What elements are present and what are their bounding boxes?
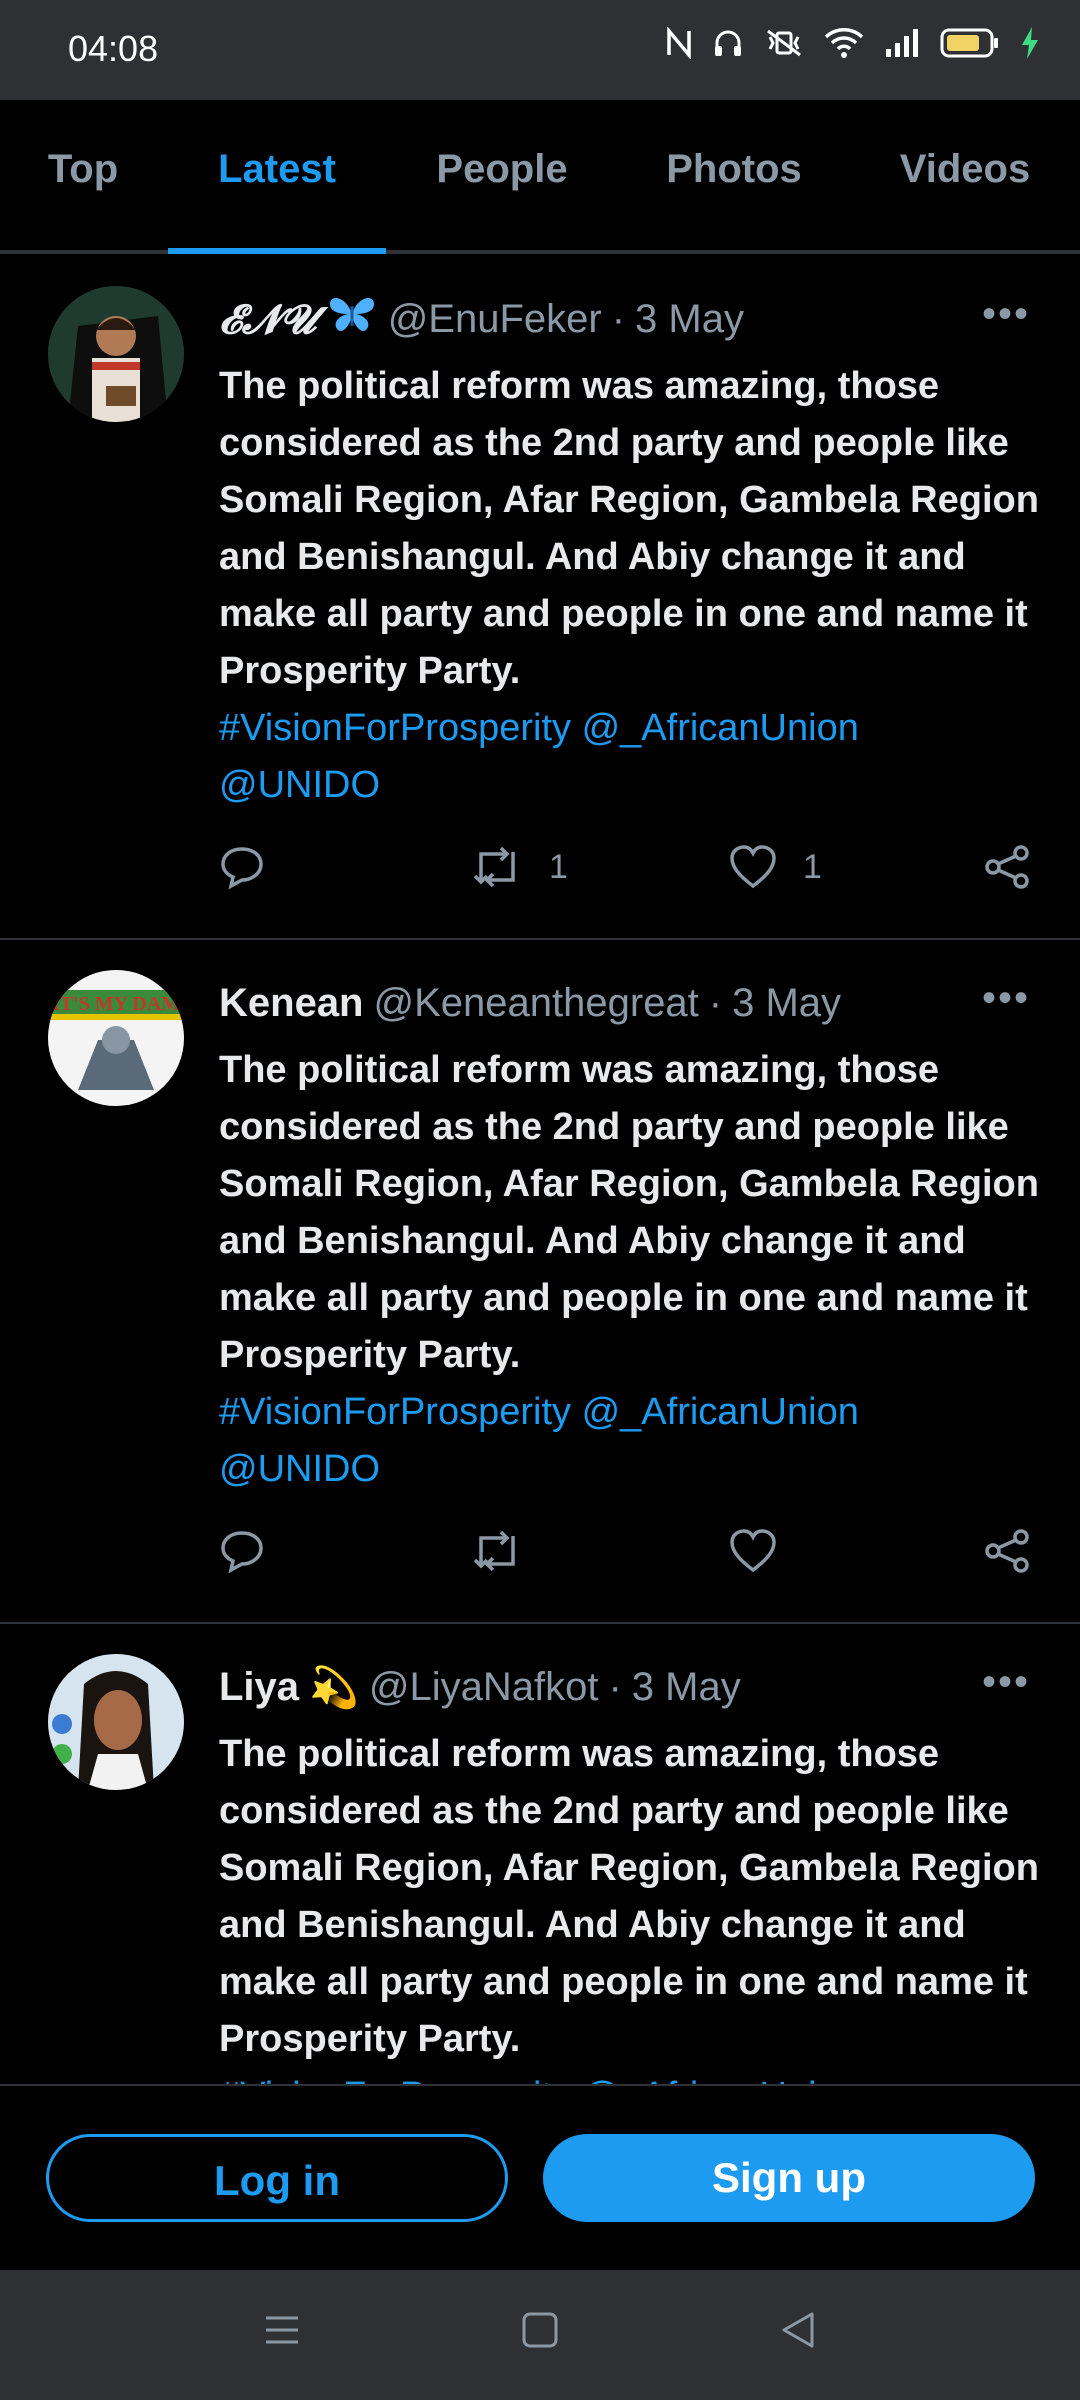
retweet-button[interactable]: 1 [471, 844, 568, 890]
wifi-icon [824, 27, 864, 59]
display-name[interactable]: Liya [219, 1665, 299, 1710]
display-name[interactable]: Kenean [219, 981, 364, 1026]
retweet-count: 1 [549, 847, 568, 886]
retweet-icon [471, 844, 523, 890]
signup-button[interactable]: Sign up [543, 2134, 1035, 2222]
tweet-text: The political reform was amazing, those … [219, 1726, 1039, 2084]
tweet-text: The political reform was amazing, those … [219, 365, 1039, 806]
status-bar: 04:08 [0, 0, 1080, 100]
display-name[interactable]: 𝓔𝓝𝓤 [219, 296, 316, 343]
more-options-icon[interactable]: ••• [982, 1660, 1030, 1705]
menu-icon[interactable] [262, 2310, 302, 2355]
reply-icon [219, 1528, 265, 1574]
tab-videos[interactable]: Videos [870, 100, 1060, 250]
svg-text:IT'S MY DAM: IT'S MY DAM [52, 993, 180, 1015]
tab-photos[interactable]: Photos [640, 100, 828, 250]
tweet-text: The political reform was amazing, those … [219, 1049, 1039, 1490]
tweet-header: 𝓔𝓝𝓤 @EnuFeker · 3 May [219, 294, 744, 344]
signal-icon [884, 27, 920, 59]
user-handle[interactable]: @Keneanthegreat [374, 981, 699, 1026]
home-icon[interactable] [520, 2310, 560, 2355]
tweet-date[interactable]: 3 May [732, 981, 841, 1026]
mention-link[interactable]: @_AfricanUnion [582, 2075, 859, 2084]
mention-link[interactable]: @UNIDO [219, 764, 380, 806]
mention-link[interactable]: @_AfricanUnion [582, 1391, 859, 1433]
charging-icon [1020, 26, 1040, 60]
share-button[interactable] [983, 844, 1031, 890]
heart-icon [729, 1528, 777, 1574]
login-button[interactable]: Log in [46, 2134, 508, 2222]
back-icon[interactable] [778, 2310, 818, 2355]
share-icon [983, 844, 1031, 890]
battery-icon [940, 27, 1000, 59]
tweet-date[interactable]: 3 May [635, 297, 744, 342]
user-handle[interactable]: @LiyaNafkot [369, 1665, 599, 1710]
separator-dot: · [708, 980, 723, 1025]
heart-icon [729, 844, 777, 890]
reply-button[interactable] [219, 1528, 265, 1574]
tab-people[interactable]: People [410, 100, 594, 250]
retweet-button[interactable] [471, 1528, 549, 1574]
tweet-item[interactable]: Liya 💫 @LiyaNafkot · 3 May ••• The polit… [0, 1622, 1080, 2084]
butterfly-icon [326, 294, 378, 344]
mention-link[interactable]: @_AfricanUnion [582, 707, 859, 749]
reply-button[interactable] [219, 844, 265, 890]
avatar[interactable] [48, 1654, 184, 1790]
tweet-actions [219, 1528, 1039, 1588]
tab-top[interactable]: Top [20, 100, 146, 250]
reply-icon [219, 844, 265, 890]
dizzy-emoji: 💫 [309, 1665, 359, 1710]
mention-link[interactable]: @UNIDO [219, 1448, 380, 1490]
retweet-icon [471, 1528, 523, 1574]
separator-dot: · [611, 296, 626, 341]
nfc-icon [666, 27, 692, 59]
separator-dot: · [608, 1664, 622, 1709]
status-icons [666, 26, 1040, 60]
avatar[interactable] [48, 286, 184, 422]
avatar[interactable]: IT'S MY DAM [48, 970, 184, 1106]
tweet-feed[interactable]: 𝓔𝓝𝓤 @EnuFeker · 3 May ••• The political … [0, 254, 1080, 2084]
more-options-icon[interactable]: ••• [982, 292, 1030, 337]
auth-bar: Log in Sign up [0, 2084, 1080, 2272]
tweet-date[interactable]: 3 May [632, 1665, 741, 1710]
tweet-header: Liya 💫 @LiyaNafkot · 3 May [219, 1662, 741, 1712]
tab-latest[interactable]: Latest [168, 100, 386, 254]
system-navigation-bar [0, 2270, 1080, 2400]
hashtag-link[interactable]: #VisionForProsperity [219, 707, 571, 749]
headphones-icon [712, 27, 744, 59]
share-button[interactable] [983, 1528, 1031, 1574]
search-tabs: Top Latest People Photos Videos [0, 100, 1080, 254]
tweet-item[interactable]: IT'S MY DAM Kenean @Keneanthegreat · 3 M… [0, 938, 1080, 1624]
status-time: 04:08 [68, 28, 159, 69]
share-icon [983, 1528, 1031, 1574]
like-button[interactable] [729, 1528, 803, 1574]
user-handle[interactable]: @EnuFeker [388, 297, 602, 342]
more-options-icon[interactable]: ••• [982, 976, 1030, 1021]
tweet-item[interactable]: 𝓔𝓝𝓤 @EnuFeker · 3 May ••• The political … [0, 254, 1080, 940]
tweet-actions: 1 1 [219, 844, 1039, 904]
like-count: 1 [803, 847, 822, 886]
like-button[interactable]: 1 [729, 844, 822, 890]
tweet-header: Kenean @Keneanthegreat · 3 May [219, 978, 841, 1028]
vibrate-icon [764, 27, 804, 59]
hashtag-link[interactable]: #VisionForProsperity [219, 1391, 571, 1433]
hashtag-link[interactable]: #VisionForProsperity [219, 2075, 571, 2084]
